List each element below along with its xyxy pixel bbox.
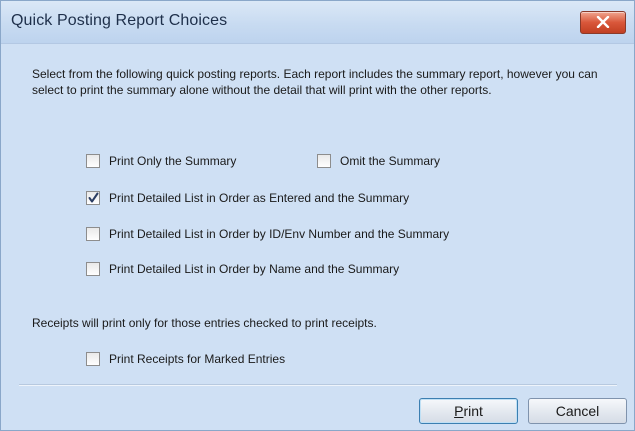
cancel-button[interactable]: Cancel xyxy=(528,398,627,424)
print-button[interactable]: Print xyxy=(419,398,518,424)
intro-text: Select from the following quick posting … xyxy=(32,67,598,97)
dialog-content: Select from the following quick posting … xyxy=(1,44,634,430)
receipts-note: Receipts will print only for those entri… xyxy=(32,316,377,330)
order-entered-label: Print Detailed List in Order as Entered … xyxy=(109,191,410,205)
omit-summary-checkbox[interactable] xyxy=(317,154,331,168)
order-entered-option[interactable]: Print Detailed List in Order as Entered … xyxy=(86,189,409,207)
window-title: Quick Posting Report Choices xyxy=(11,12,228,29)
print-only-summary-option[interactable]: Print Only the Summary xyxy=(86,152,236,170)
close-icon xyxy=(596,16,610,28)
title-bar[interactable]: Quick Posting Report Choices xyxy=(1,1,634,44)
quick-posting-dialog: Quick Posting Report Choices Select from… xyxy=(0,0,635,431)
order-id-label: Print Detailed List in Order by ID/Env N… xyxy=(109,227,450,241)
cancel-label: Cancel xyxy=(555,403,600,419)
print-only-summary-label: Print Only the Summary xyxy=(109,154,237,168)
separator xyxy=(19,384,617,386)
checkmark-icon xyxy=(88,192,99,203)
print-receipts-label: Print Receipts for Marked Entries xyxy=(109,352,286,366)
order-id-checkbox[interactable] xyxy=(86,227,100,241)
order-entered-checkbox[interactable] xyxy=(86,191,100,205)
omit-summary-option[interactable]: Omit the Summary xyxy=(317,152,440,170)
close-button[interactable] xyxy=(580,11,626,34)
order-id-option[interactable]: Print Detailed List in Order by ID/Env N… xyxy=(86,225,449,243)
print-receipts-checkbox[interactable] xyxy=(86,352,100,366)
order-name-checkbox[interactable] xyxy=(86,262,100,276)
order-name-option[interactable]: Print Detailed List in Order by Name and… xyxy=(86,260,399,278)
omit-summary-label: Omit the Summary xyxy=(340,154,441,168)
print-only-summary-checkbox[interactable] xyxy=(86,154,100,168)
print-label: rint xyxy=(463,403,483,419)
print-mnemonic: P xyxy=(454,403,464,419)
print-receipts-option[interactable]: Print Receipts for Marked Entries xyxy=(86,350,285,368)
order-name-label: Print Detailed List in Order by Name and… xyxy=(109,262,400,276)
